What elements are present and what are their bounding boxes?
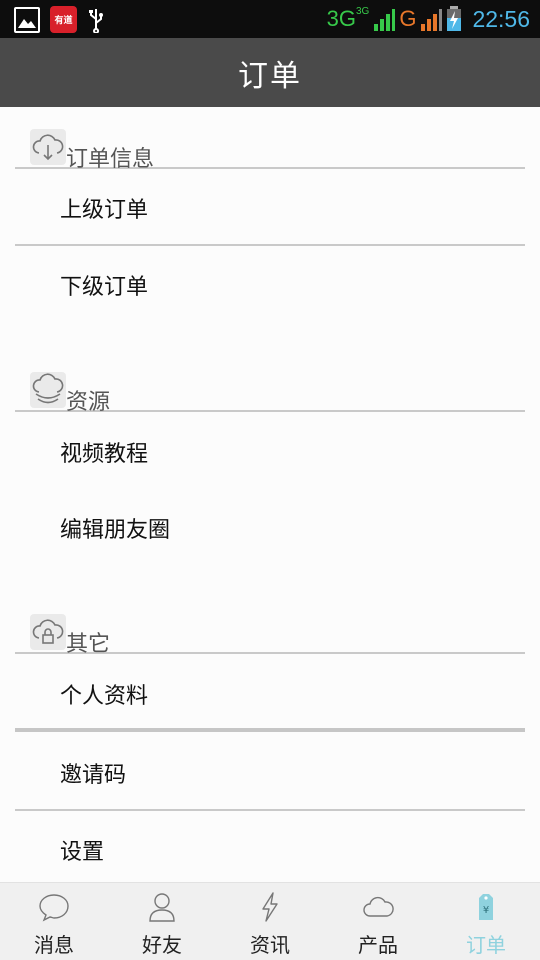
menu-item-profile[interactable]: 个人资料 bbox=[15, 656, 525, 732]
cloud-lock-icon bbox=[30, 614, 66, 650]
section-header-resources: 资源 bbox=[15, 372, 525, 415]
clock: 22:56 bbox=[472, 5, 530, 32]
lightning-icon bbox=[262, 892, 278, 922]
section-title: 其它 bbox=[66, 632, 111, 657]
youdao-app-icon: 有道 bbox=[50, 6, 77, 33]
signal-green-icon bbox=[374, 9, 396, 31]
cloud-wave-icon bbox=[30, 372, 66, 408]
nav-label: 产品 bbox=[358, 933, 398, 957]
menu-item-label: 邀请码 bbox=[60, 763, 127, 788]
network-g-indicator: G bbox=[399, 6, 417, 31]
menu-item-video-tutorial[interactable]: 视频教程 bbox=[15, 414, 525, 490]
nav-label: 消息 bbox=[34, 933, 74, 957]
order-menu: 订单信息 上级订单 下级订单 资源 视频教程 编辑朋友圈 其它 个人资料 邀请码… bbox=[0, 107, 540, 882]
svg-text:¥: ¥ bbox=[483, 905, 489, 916]
bottom-nav: 消息 好友 资讯 产品 ¥ 订单 bbox=[0, 882, 540, 960]
section-title: 订单信息 bbox=[66, 147, 155, 172]
person-icon bbox=[149, 893, 175, 922]
section-title: 资源 bbox=[66, 390, 111, 415]
menu-item-label: 视频教程 bbox=[60, 442, 149, 467]
chat-bubble-icon bbox=[39, 894, 69, 922]
signal-orange-icon bbox=[421, 9, 443, 31]
title-bar: 订单 bbox=[0, 38, 540, 107]
menu-item-edit-moments[interactable]: 编辑朋友圈 bbox=[15, 490, 525, 566]
menu-item-parent-order[interactable]: 上级订单 bbox=[15, 170, 525, 246]
menu-item-label: 设置 bbox=[60, 840, 105, 865]
status-bar: 有道 3G3G G 22:56 bbox=[0, 0, 540, 38]
cloud-download-icon bbox=[30, 129, 66, 165]
nav-tab-products[interactable]: 产品 bbox=[324, 883, 432, 960]
menu-item-invite-code[interactable]: 邀请码 bbox=[15, 735, 525, 811]
nav-tab-orders[interactable]: ¥ 订单 bbox=[432, 883, 540, 960]
nav-label: 好友 bbox=[142, 933, 182, 957]
nav-label: 订单 bbox=[466, 933, 506, 957]
section-header-other: 其它 bbox=[15, 614, 525, 657]
yuan-tag-icon: ¥ bbox=[479, 894, 493, 920]
menu-item-label: 下级订单 bbox=[60, 275, 149, 300]
page-title: 订单 bbox=[238, 58, 302, 94]
menu-item-label: 上级订单 bbox=[60, 198, 149, 223]
menu-item-child-order[interactable]: 下级订单 bbox=[15, 247, 525, 323]
menu-item-label: 编辑朋友圈 bbox=[60, 518, 171, 543]
network-3g-indicator: 3G3G bbox=[326, 6, 370, 31]
nav-tab-messages[interactable]: 消息 bbox=[0, 883, 108, 960]
section-header-order-info: 订单信息 bbox=[15, 129, 525, 172]
gallery-notification-icon bbox=[14, 6, 40, 33]
nav-label: 资讯 bbox=[250, 933, 290, 957]
nav-tab-friends[interactable]: 好友 bbox=[108, 883, 216, 960]
nav-tab-news[interactable]: 资讯 bbox=[216, 883, 324, 960]
battery-charging-icon bbox=[447, 6, 462, 31]
menu-item-label: 个人资料 bbox=[60, 684, 149, 709]
usb-icon bbox=[89, 8, 103, 33]
cloud-icon bbox=[363, 896, 394, 917]
menu-item-settings[interactable]: 设置 bbox=[15, 812, 525, 888]
